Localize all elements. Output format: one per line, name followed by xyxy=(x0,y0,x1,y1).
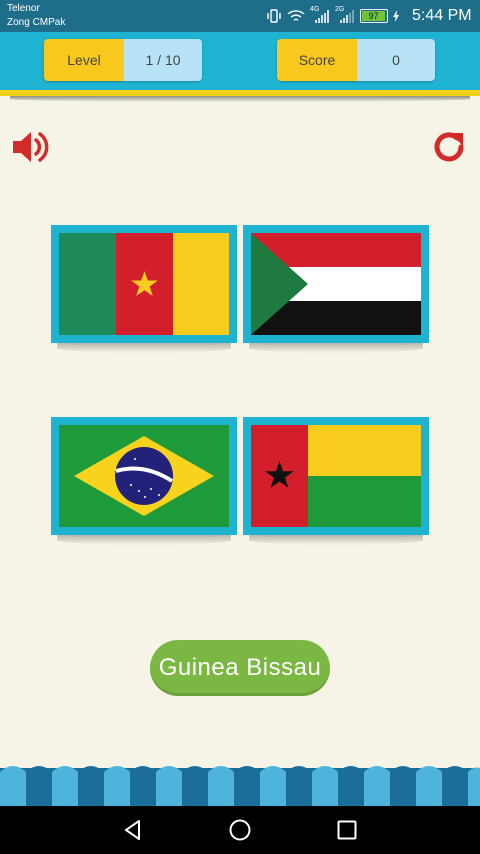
level-value: 1 / 10 xyxy=(124,39,202,81)
battery-icon: 97 xyxy=(360,9,388,23)
carrier-name-secondary: Zong CMPak xyxy=(7,17,66,28)
recent-apps-icon xyxy=(337,820,357,840)
signal-icon xyxy=(315,10,329,23)
home-icon xyxy=(229,819,251,841)
battery-level: 97 xyxy=(362,11,385,21)
navigation-bar xyxy=(0,806,480,854)
flag-option-cameroon[interactable] xyxy=(51,225,237,353)
back-button[interactable] xyxy=(121,818,145,842)
cameroon-flag xyxy=(59,233,229,335)
vibrate-icon xyxy=(267,9,281,23)
target-country-button[interactable]: Guinea Bissau xyxy=(150,640,330,696)
refresh-icon xyxy=(434,132,464,162)
home-button[interactable] xyxy=(228,818,252,842)
signal-icon xyxy=(340,10,354,23)
signal-strength-secondary: 2G xyxy=(335,6,355,23)
score-indicator: Score 0 xyxy=(277,39,435,81)
guinea-bissau-flag xyxy=(251,425,421,527)
carrier-name-primary: Telenor xyxy=(7,3,40,14)
charging-icon xyxy=(393,10,399,22)
recent-apps-button[interactable] xyxy=(335,818,359,842)
bottom-decoration xyxy=(0,766,480,806)
signal-strength-primary: 4G xyxy=(310,6,330,23)
speaker-icon xyxy=(13,132,49,162)
wifi-icon xyxy=(287,10,305,21)
flag-option-brazil[interactable] xyxy=(51,417,237,545)
flag-option-guinea-bissau[interactable] xyxy=(243,417,429,545)
brazil-flag xyxy=(59,425,229,527)
back-icon xyxy=(125,820,140,840)
restart-button[interactable] xyxy=(427,125,471,169)
score-label: Score xyxy=(277,39,357,81)
status-icons: 4G 2G 97 xyxy=(266,6,399,24)
sudan-flag xyxy=(251,233,421,335)
flag-option-sudan[interactable] xyxy=(243,225,429,353)
level-indicator: Level 1 / 10 xyxy=(44,39,202,81)
score-value: 0 xyxy=(357,39,435,81)
status-bar: Telenor Zong CMPak 4G 2G 97 5:44 PM xyxy=(0,0,480,32)
level-label: Level xyxy=(44,39,124,81)
header-shadow xyxy=(10,96,470,102)
clock: 5:44 PM xyxy=(412,7,472,24)
sound-toggle-button[interactable] xyxy=(9,125,53,169)
